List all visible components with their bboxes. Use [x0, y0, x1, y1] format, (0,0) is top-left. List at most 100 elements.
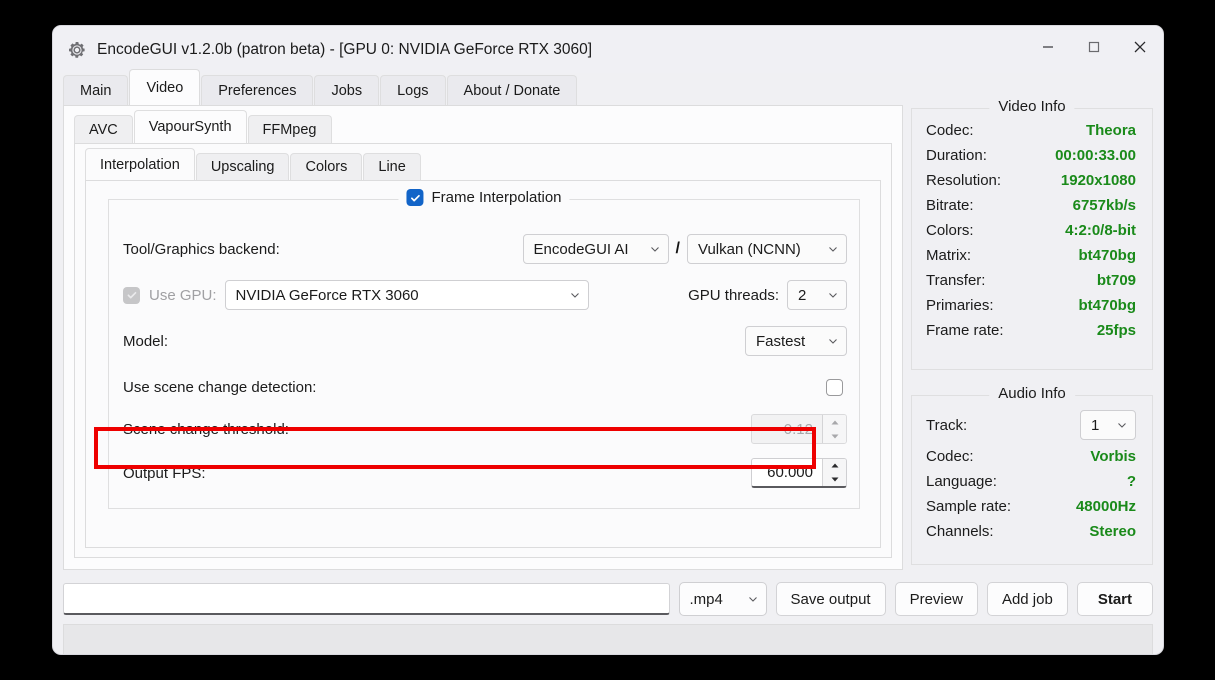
- tab-vapoursynth[interactable]: VapourSynth: [133, 110, 247, 143]
- window-controls: [1025, 26, 1163, 73]
- chevron-down-icon: [827, 289, 839, 301]
- tab-ffmpeg[interactable]: FFMpeg: [247, 115, 332, 143]
- audio-track-label: Track:: [926, 416, 968, 434]
- graphics-backend-value: Vulkan (NCNN): [698, 240, 801, 258]
- tab-line[interactable]: Line: [363, 153, 421, 180]
- gpu-threads-combo[interactable]: 2: [787, 280, 847, 310]
- info-row: Codec: Theora: [912, 118, 1152, 143]
- output-fps-spin-buttons: [822, 459, 846, 486]
- container-format-combo[interactable]: .mp4: [678, 582, 767, 616]
- start-button[interactable]: Start: [1076, 582, 1153, 616]
- info-key: Channels:: [926, 523, 994, 540]
- info-value: 1920x1080: [1060, 172, 1136, 189]
- audio-info-rows: Track: 1 Codec: Vorbis Language:? Sample …: [912, 396, 1152, 544]
- use-gpu-checkbox[interactable]: [123, 286, 140, 304]
- gpu-threads-value: 2: [798, 286, 807, 304]
- info-row: Transfer: bt709: [912, 268, 1152, 293]
- info-value: ?: [1126, 473, 1136, 490]
- info-key: Codec:: [926, 122, 974, 139]
- info-row: Frame rate: 25fps: [912, 318, 1152, 343]
- info-row: Channels: Stereo: [912, 519, 1152, 544]
- frame-interpolation-legend: Frame Interpolation: [398, 189, 570, 206]
- minimize-button[interactable]: [1025, 26, 1071, 73]
- use-gpu-label: Use GPU:: [149, 286, 217, 304]
- scene-detection-checkbox[interactable]: [826, 378, 843, 396]
- chevron-down-icon: [649, 243, 661, 255]
- button-label: Save output: [790, 590, 871, 608]
- output-fps-value: 60.000: [767, 464, 813, 481]
- model-combo[interactable]: Fastest: [745, 326, 847, 356]
- tool-backend-combo[interactable]: EncodeGUI AI: [522, 234, 669, 264]
- spin-up-icon[interactable]: [823, 459, 846, 473]
- maximize-button[interactable]: [1071, 26, 1117, 73]
- tab-preferences[interactable]: Preferences: [201, 75, 314, 105]
- title-bar-left: EncodeGUI v1.2.0b (patron beta) - [GPU 0…: [53, 40, 592, 60]
- add-job-button[interactable]: Add job: [986, 582, 1068, 616]
- info-key: Bitrate:: [926, 197, 974, 214]
- graphics-backend-combo[interactable]: Vulkan (NCNN): [687, 234, 847, 264]
- row-model: Model: Fastest: [123, 324, 847, 358]
- chevron-down-icon: [569, 289, 581, 301]
- tab-label: Logs: [397, 82, 429, 99]
- spin-up-icon[interactable]: [823, 415, 846, 429]
- tab-video[interactable]: Video: [129, 69, 201, 105]
- close-button[interactable]: [1117, 26, 1163, 73]
- tab-label: AVC: [89, 121, 118, 138]
- info-value: 25fps: [1096, 322, 1136, 339]
- row-scene-change-threshold: Scene change threshold: 0.12: [123, 412, 847, 446]
- output-fps-spinner[interactable]: 60.000: [751, 458, 847, 488]
- info-value: 4:2:0/8-bit: [1065, 222, 1136, 239]
- spin-down-icon[interactable]: [823, 429, 846, 443]
- minimize-icon: [1041, 40, 1055, 59]
- tab-main[interactable]: Main: [63, 75, 129, 105]
- info-key: Matrix:: [926, 247, 971, 264]
- window-title: EncodeGUI v1.2.0b (patron beta) - [GPU 0…: [97, 40, 593, 58]
- audio-track-combo[interactable]: 1: [1080, 410, 1136, 440]
- tab-label: Line: [378, 159, 406, 175]
- info-row: Primaries: bt470bg: [912, 293, 1152, 318]
- tab-label: Jobs: [331, 82, 363, 99]
- tab-avc[interactable]: AVC: [74, 115, 133, 143]
- tab-upscaling[interactable]: Upscaling: [195, 153, 290, 180]
- video-info-panel: Video Info Codec: Theora Duration: 00:00:3…: [911, 98, 1153, 370]
- info-value: 6757kb/s: [1072, 197, 1136, 214]
- info-key: Colors:: [926, 222, 974, 239]
- video-sub-tab-bar: AVC VapourSynth FFMpeg: [64, 110, 902, 143]
- scene-threshold-spin-buttons: [822, 415, 846, 443]
- output-path-input[interactable]: [63, 583, 670, 615]
- info-value: bt709: [1096, 272, 1136, 289]
- scene-threshold-spinner[interactable]: 0.12: [751, 414, 847, 444]
- chevron-down-icon: [827, 243, 839, 255]
- tab-jobs[interactable]: Jobs: [314, 75, 380, 105]
- tab-about-donate[interactable]: About / Donate: [446, 75, 578, 105]
- audio-info-title: Audio Info: [989, 385, 1075, 402]
- info-key: Codec:: [926, 448, 974, 465]
- preview-button[interactable]: Preview: [894, 582, 978, 616]
- tab-logs[interactable]: Logs: [380, 75, 446, 105]
- info-row: Sample rate: 48000Hz: [912, 494, 1152, 519]
- tab-colors[interactable]: Colors: [290, 153, 363, 180]
- video-info-rows: Codec: Theora Duration: 00:00:33.00 Resolu…: [912, 109, 1152, 343]
- tab-label: Preferences: [218, 82, 297, 99]
- maximize-icon: [1087, 40, 1101, 59]
- frame-interpolation-checkbox[interactable]: [406, 189, 424, 206]
- info-key: Primaries:: [926, 297, 994, 314]
- output-fps-label: Output FPS:: [123, 464, 206, 482]
- status-bar: [63, 624, 1153, 654]
- spin-down-icon[interactable]: [823, 473, 846, 487]
- info-row: Colors: 4:2:0/8-bit: [912, 218, 1152, 243]
- save-output-button[interactable]: Save output: [775, 582, 886, 616]
- container-format-value: .mp4: [689, 590, 723, 608]
- audio-info-panel: Audio Info Track: 1 Codec: Vorbis Languag…: [911, 385, 1153, 565]
- tab-label: Colors: [305, 159, 348, 175]
- scene-threshold-label: Scene change threshold:: [123, 420, 289, 438]
- video-info-title: Video Info: [989, 98, 1075, 115]
- gpu-device-combo[interactable]: NVIDIA GeForce RTX 3060: [224, 280, 589, 310]
- tab-interpolation[interactable]: Interpolation: [85, 148, 195, 180]
- info-row: Duration: 00:00:33.00: [912, 143, 1152, 168]
- info-value: 48000Hz: [1075, 498, 1136, 515]
- vapoursynth-panel: Interpolation Upscaling Colors Line Fram…: [74, 143, 892, 558]
- close-icon: [1132, 39, 1148, 60]
- row-scene-change-detection: Use scene change detection:: [123, 370, 847, 404]
- model-value: Fastest: [756, 332, 806, 350]
